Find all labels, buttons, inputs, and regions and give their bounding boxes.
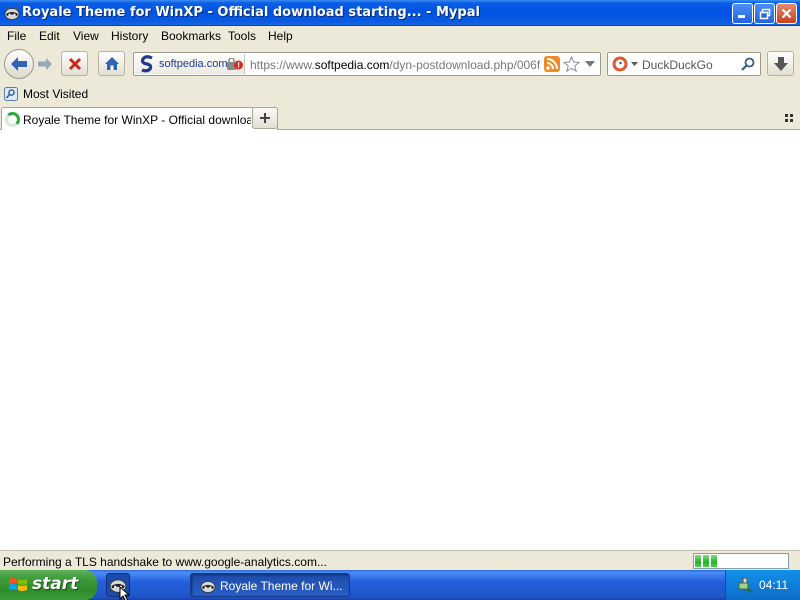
bookmark-star-icon[interactable] [563,56,580,73]
duckduckgo-engine-icon[interactable] [612,56,628,72]
menu-bookmarks[interactable]: Bookmarks [161,29,221,43]
site-identity-button[interactable]: softpedia.com [135,54,245,74]
url-path: /dyn-postdownload.php/006f99c [389,58,540,72]
url-bar[interactable]: softpedia.com https://www.softpedia.com/… [133,52,601,76]
plus-icon [260,113,270,123]
url-prefix: https://www. [250,58,315,72]
back-arrow-icon [11,57,27,71]
list-all-tabs-icon[interactable] [784,113,794,123]
softpedia-favicon-icon [140,55,153,73]
menu-bar: File Edit View History Bookmarks Tools H… [0,26,800,46]
minimize-button[interactable] [732,3,753,24]
minimize-icon [738,15,745,18]
progress-segment [703,555,709,567]
tab-strip: Royale Theme for WinXP - Official downlo… [0,106,800,131]
loading-progress-bar [693,553,789,569]
navigation-toolbar: softpedia.com https://www.softpedia.com/… [0,46,800,84]
close-button[interactable] [776,3,797,24]
downloads-button[interactable] [767,51,794,76]
tab-active[interactable]: Royale Theme for WinXP - Official downlo… [1,107,278,131]
mouse-cursor-icon [119,586,131,600]
menu-tools[interactable]: Tools [228,29,256,43]
home-button[interactable] [98,51,125,76]
tab-title: Royale Theme for WinXP - Official downlo… [23,113,251,127]
rss-feed-icon[interactable] [544,56,560,72]
restore-button[interactable] [754,3,775,24]
mixed-content-warning-icon [227,58,243,70]
taskbar-window-button[interactable]: Royale Theme for Wi... [190,573,350,597]
url-input[interactable]: https://www.softpedia.com/dyn-postdownlo… [250,58,540,72]
bookmark-label: Most Visited [23,87,89,101]
clock: 04:11 [759,578,789,592]
safely-remove-hardware-icon[interactable] [737,577,753,593]
search-input[interactable]: DuckDuckGo [642,58,713,72]
search-icon[interactable] [741,57,755,71]
back-button[interactable] [4,49,34,79]
engine-dropdown-icon[interactable] [631,62,638,67]
mypal-raccoon-icon [4,6,20,20]
page-content[interactable] [0,130,800,550]
window-title: Royale Theme for WinXP - Official downlo… [22,5,480,20]
bookmarks-toolbar: Most Visited [0,84,800,106]
progress-segment [695,555,701,567]
smart-bookmark-icon [4,87,18,101]
url-domain: softpedia.com [314,58,390,72]
menu-history[interactable]: History [111,29,148,43]
progress-fill [695,555,787,567]
download-arrow-icon [773,56,788,71]
restore-icon [759,8,770,19]
bookmark-most-visited[interactable]: Most Visited [4,87,88,101]
system-tray: 04:11 [725,570,800,600]
close-icon [781,8,792,19]
window-titlebar[interactable]: Royale Theme for WinXP - Official downlo… [0,0,800,26]
mypal-raccoon-icon [200,581,216,593]
menu-file[interactable]: File [7,29,26,43]
search-bar[interactable]: DuckDuckGo [607,52,761,76]
identity-label: softpedia.com [159,58,228,70]
new-tab-button[interactable] [252,107,278,129]
stop-x-icon [68,57,81,70]
loading-spinner-icon [5,112,20,127]
forward-button[interactable] [36,56,54,72]
status-text: Performing a TLS handshake to www.google… [3,555,327,569]
forward-arrow-icon [38,58,52,70]
menu-help[interactable]: Help [268,29,293,43]
url-history-dropdown-icon[interactable] [585,61,595,68]
task-label: Royale Theme for Wi... [220,579,343,593]
menu-view[interactable]: View [73,29,99,43]
home-icon [104,57,119,70]
windows-logo-icon [9,578,27,591]
menu-edit[interactable]: Edit [39,29,60,43]
start-label: start [32,574,79,594]
stop-button[interactable] [61,51,88,76]
progress-segment [711,555,717,567]
status-bar: Performing a TLS handshake to www.google… [0,550,800,570]
start-button[interactable]: start [0,570,97,600]
